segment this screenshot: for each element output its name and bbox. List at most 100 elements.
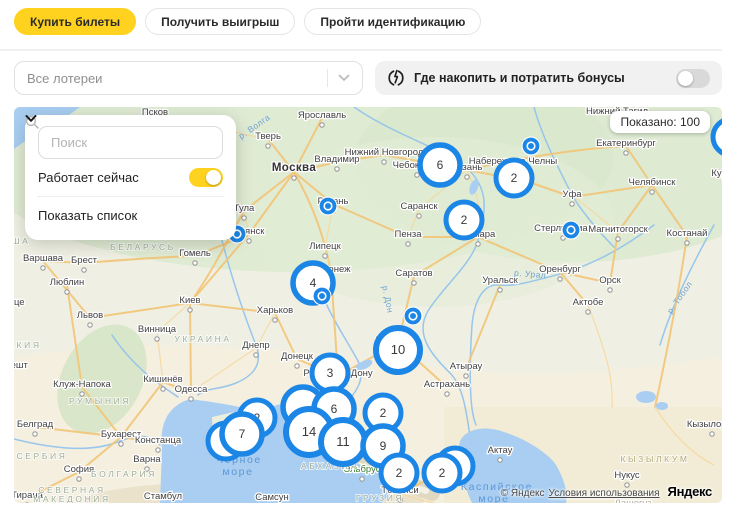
- map-city-label: Ярославль: [298, 110, 346, 121]
- tab-buy-tickets[interactable]: Купить билеты: [14, 8, 137, 35]
- map-city-dot: [709, 431, 715, 437]
- map-city-label: Тула: [234, 203, 255, 214]
- map-city-dot: [76, 476, 82, 482]
- map-city-dot: [155, 447, 161, 453]
- map-cluster-marker[interactable]: 2: [493, 157, 535, 199]
- map-city-dot: [87, 322, 93, 328]
- map-city-dot: [615, 236, 621, 242]
- map-city-dot: [414, 172, 420, 178]
- map-dot-marker[interactable]: [318, 196, 338, 216]
- map-cluster-marker[interactable]: 10: [373, 325, 423, 375]
- map-city-label: Кызылорда: [687, 419, 722, 430]
- map-cluster-marker[interactable]: 2: [443, 199, 485, 241]
- map-city-dot: [405, 241, 411, 247]
- map-city-label: Самсун: [255, 492, 289, 503]
- map-city-dot: [359, 476, 365, 482]
- map-region-label: ГРУЗИЯ: [356, 493, 404, 503]
- map-city-dot: [497, 287, 503, 293]
- map-city-label: Клуж-Напока: [53, 379, 111, 390]
- svg-text:11: 11: [336, 434, 350, 449]
- top-tabs: Купить билеты Получить выигрыш Пройти ид…: [14, 8, 482, 35]
- map-city-label: Стамбул: [144, 491, 182, 502]
- map-city-dot: [241, 215, 247, 221]
- map-cluster-marker[interactable]: 11: [318, 417, 368, 467]
- map-city-label: Актау: [488, 445, 513, 456]
- map-city-dot: [411, 280, 417, 286]
- map-region-label: КЫЗЫЛКУМ: [620, 454, 689, 464]
- map-region-label: БОЛГАРИЯ: [91, 469, 157, 479]
- map-city-dot: [40, 265, 46, 271]
- map-cluster-marker[interactable]: 2: [378, 452, 420, 494]
- yandex-logo[interactable]: Яндекс: [668, 484, 713, 499]
- map-dot-marker[interactable]: [521, 136, 541, 156]
- map-city-dot: [684, 240, 690, 246]
- tab-get-winnings[interactable]: Получить выигрыш: [145, 8, 296, 35]
- lottery-select-value: Все лотереи: [27, 70, 103, 86]
- map-city-label: Винница: [138, 324, 177, 335]
- map-city-dot: [291, 175, 297, 181]
- map-region-label: МАКЕДОНИЯ: [33, 494, 111, 503]
- map-city-dot: [463, 373, 469, 379]
- tab-identification[interactable]: Пройти идентификацию: [304, 8, 482, 35]
- svg-text:6: 6: [437, 158, 444, 172]
- map-city-dot: [272, 317, 278, 323]
- svg-text:4: 4: [310, 276, 317, 290]
- map-city-dot: [32, 431, 38, 437]
- map-city-dot: [253, 352, 259, 358]
- map-city-label: Будапешт: [14, 360, 28, 371]
- map-region-label: БЕЛАРУСЬ: [110, 242, 176, 252]
- map-city-label: Донецк: [281, 351, 314, 362]
- svg-text:2: 2: [380, 406, 387, 420]
- map-city-label: Белград: [17, 419, 54, 430]
- map-attribution: © Яндекс Условия использования Яндекс: [500, 484, 713, 499]
- map-city-dot: [649, 189, 655, 195]
- map-dot-marker[interactable]: [561, 220, 581, 240]
- svg-text:2: 2: [461, 213, 468, 227]
- map-city-label: Варна: [133, 454, 161, 465]
- map-city-label: Нижний Новгород: [345, 147, 424, 158]
- map-city-dot: [188, 396, 194, 402]
- works-now-label: Работает сейчас: [38, 170, 139, 185]
- map-city-dot: [192, 260, 198, 266]
- map-city-label: Брест: [71, 255, 98, 266]
- map-city-dot: [464, 174, 470, 180]
- map-city-label: Пенза: [395, 229, 423, 240]
- map-city-label: София: [64, 464, 94, 475]
- map-canvas[interactable]: Псков Ярославль Тверь Москва Владимир Нижний …: [14, 107, 722, 503]
- map-city-dot: [64, 289, 70, 295]
- search-input[interactable]: [49, 134, 212, 151]
- map-cluster-marker[interactable]: 7: [219, 411, 265, 457]
- map-city-dot: [557, 276, 563, 282]
- map-city-dot: [265, 143, 271, 149]
- map-cluster-marker[interactable]: 6: [417, 142, 463, 188]
- copyright-text: © Яндекс: [500, 488, 545, 499]
- map-city-label: Магнитогорск: [588, 224, 648, 235]
- map-city-label: Констанца: [135, 435, 182, 446]
- map-city-label: Тверь: [255, 131, 281, 142]
- works-now-toggle[interactable]: [189, 168, 223, 187]
- map-dot-marker[interactable]: [403, 306, 423, 326]
- map-city-dot: [154, 336, 160, 342]
- shown-count-badge: Показано: 100: [610, 111, 710, 133]
- map-city-label: Киев: [179, 295, 200, 306]
- map-city-dot: [475, 241, 481, 247]
- show-list-row[interactable]: Показать список: [25, 115, 223, 234]
- map-city-dot: [585, 309, 591, 315]
- bonus-toggle[interactable]: [676, 68, 710, 88]
- show-list-label: Показать список: [38, 208, 138, 223]
- map-city-label: Днепр: [242, 340, 269, 351]
- search-box[interactable]: [25, 115, 223, 159]
- map-water-label: море: [222, 466, 253, 478]
- map-cluster-marker[interactable]: 2: [421, 452, 463, 494]
- map-city-dot: [381, 159, 387, 165]
- map-city-label: Кишинёв: [143, 374, 182, 385]
- map-city-dot: [187, 307, 193, 313]
- map-dot-marker[interactable]: [312, 286, 332, 306]
- svg-text:14: 14: [302, 424, 316, 439]
- svg-text:2: 2: [439, 466, 446, 480]
- map-city-label: Атырау: [450, 361, 483, 372]
- bonus-filter-label: Где накопить и потратить бонусы: [414, 71, 625, 85]
- lottery-select[interactable]: Все лотереи: [14, 61, 363, 95]
- svg-text:9: 9: [380, 439, 387, 453]
- terms-of-use-link[interactable]: Условия использования: [549, 488, 660, 499]
